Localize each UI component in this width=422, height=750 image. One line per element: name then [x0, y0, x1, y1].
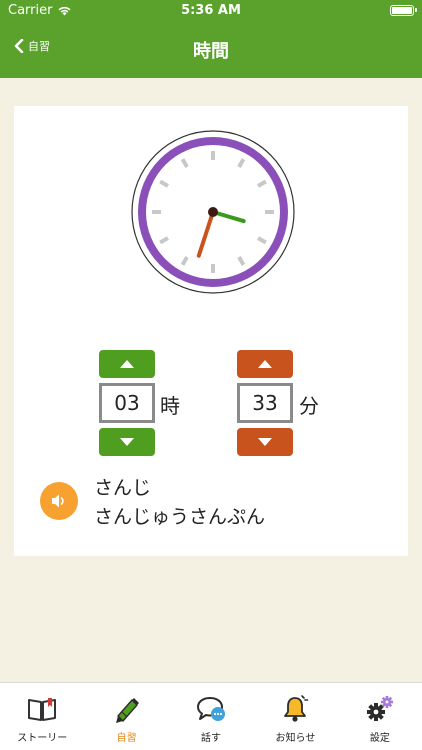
play-audio-button[interactable] [40, 482, 78, 520]
tab-label: ストーリー [17, 733, 68, 744]
tab-notifications[interactable]: お知らせ [253, 683, 337, 750]
triangle-down-icon [120, 438, 134, 446]
hour-decrement-button[interactable] [99, 428, 155, 456]
tab-label: 設定 [369, 733, 390, 744]
tab-speak[interactable]: 話す [169, 683, 253, 750]
hour-increment-button[interactable] [99, 350, 155, 378]
triangle-up-icon [258, 360, 272, 368]
hour-reading: さんじ [94, 477, 152, 499]
time-card: 03 時 33 分 さんじ さんじゅうさんぷん [14, 106, 408, 556]
gear-icon [364, 693, 396, 725]
minute-increment-button[interactable] [237, 350, 293, 378]
tab-settings[interactable]: 設定 [338, 683, 422, 750]
bell-icon [279, 693, 311, 725]
clock-center-pin [208, 207, 218, 217]
book-icon [26, 693, 58, 725]
triangle-up-icon [120, 360, 134, 368]
chat-icon [195, 693, 227, 725]
pencil-icon [111, 693, 143, 725]
hour-unit: 時 [160, 394, 180, 418]
minute-value: 33 [237, 383, 293, 423]
speaker-icon [52, 494, 64, 508]
tab-story[interactable]: ストーリー [0, 683, 84, 750]
tab-label: 話す [201, 733, 222, 744]
hour-value: 03 [99, 383, 155, 423]
tab-label: 自習 [116, 733, 137, 744]
tab-self-study[interactable]: 自習 [84, 683, 168, 750]
tab-bar: ストーリー 自習 話す お知らせ 設定 [0, 682, 422, 750]
navigation-bar: 自習 時間 [0, 22, 422, 78]
minute-unit: 分 [299, 394, 319, 418]
page-title: 時間 [193, 41, 229, 62]
battery-icon [390, 5, 417, 16]
minute-decrement-button[interactable] [237, 428, 293, 456]
minute-reading: さんじゅうさんぷん [94, 506, 266, 528]
status-time: 5:36 AM [181, 3, 241, 18]
tab-label: お知らせ [275, 733, 316, 744]
triangle-down-icon [258, 438, 272, 446]
status-bar: Carrier 5:36 AM [0, 0, 422, 22]
analog-clock [131, 130, 295, 294]
